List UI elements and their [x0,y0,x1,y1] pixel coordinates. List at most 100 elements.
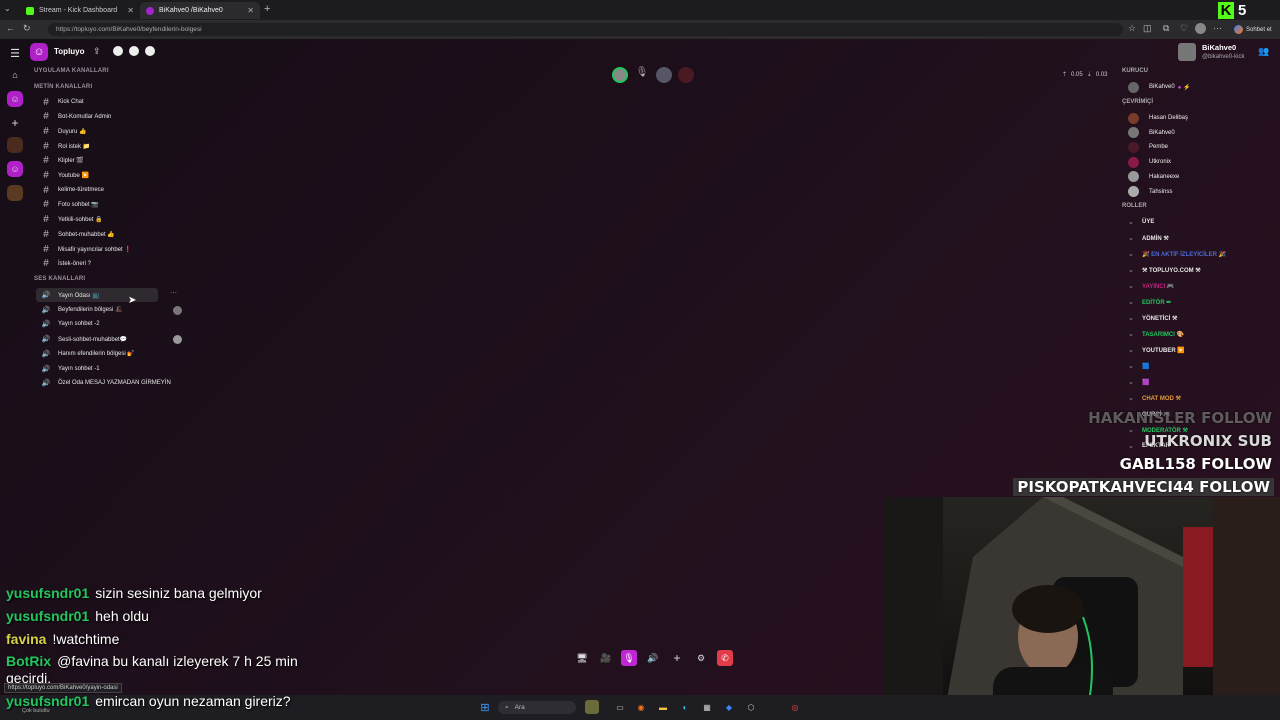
new-tab-icon[interactable]: + [264,3,270,15]
online-member[interactable]: Hakaneexe [1128,170,1179,184]
text-channel[interactable]: # Yetkili-sohbet 🔒 [36,213,102,227]
kick-social-icon[interactable] [129,46,139,56]
voice-channel[interactable]: 🔊 Yayın Odası 📺 [36,288,158,302]
role-item[interactable]: ⌄ 🟦 [1128,359,1149,373]
more-icon[interactable]: ⋯ [1213,23,1222,34]
profile-avatar[interactable] [1195,23,1206,34]
share-icon[interactable]: ⇪ [93,46,101,57]
instagram-social-icon[interactable] [145,46,155,56]
weather-text[interactable]: Çok bulutlu [22,708,50,714]
text-channel[interactable]: # İstek-öneri ? [36,257,91,271]
role-item[interactable]: ⌄ YOUTUBER ▶️ [1128,343,1185,357]
tab-kick-dashboard[interactable]: Stream - Kick Dashboard ✕ [20,2,140,19]
online-member[interactable]: Pembe [1128,140,1168,154]
speaker-icon[interactable]: 🔊 [645,650,661,666]
text-channel[interactable]: # Youtube ▶️ [36,169,89,183]
camera-icon[interactable]: 🎥 [598,650,614,666]
apps-section-header[interactable]: UYGULAMA KANALLARI [34,68,109,74]
favorites-icon[interactable]: ♡ [1180,23,1188,34]
star-icon[interactable]: ☆ [1128,23,1136,34]
taskbar-search[interactable]: ⌕ Ara [498,701,576,714]
microphone-icon[interactable]: 🎙 [621,650,637,666]
app-icon[interactable]: ◆ [722,700,736,714]
text-channel[interactable]: # kelime-türetmece [36,183,104,197]
settings-icon[interactable]: ⚙ [693,650,709,666]
chevron-down-icon: ⌄ [1128,251,1134,258]
chat-text: heh oldu [95,608,149,624]
close-icon[interactable]: ✕ [247,6,254,15]
text-section-header[interactable]: METİN KANALLARI [34,84,92,90]
obs-icon[interactable]: ⬡ [744,700,758,714]
reload-icon[interactable]: ↻ [23,23,31,34]
role-item[interactable]: ⌄ YAYINCI 🎮 [1128,279,1174,293]
online-member[interactable]: Utkronix [1128,155,1171,169]
voice-user-avatar[interactable] [173,335,182,344]
close-icon[interactable]: ✕ [127,6,134,15]
participant-avatar[interactable] [656,67,672,83]
back-icon[interactable]: ← [6,23,15,33]
voice-channel[interactable]: 🔊 Yayın sohbet -2 [36,317,100,331]
file-explorer-icon[interactable]: ▬ [656,700,670,714]
role-item[interactable]: ⌄ EDİTÖR ✏ [1128,295,1171,309]
text-channel[interactable]: # Klipler 🎬 [36,154,84,168]
role-item[interactable]: ⌄ 🎉 EN AKTİF İZLEYİCİLER 🎉 [1128,247,1226,261]
role-item[interactable]: ⌄ TASARIMCI 🎨 [1128,327,1184,341]
tab-topluyo[interactable]: BiKahve0 /BiKahve0 ✕ [140,2,260,19]
participant-avatar[interactable] [612,67,628,83]
text-channel[interactable]: # Misafir yayıncılar sohbet ❗ [36,242,132,256]
url-field[interactable]: https://topluyo.com/BiKahve0/beyfendiler… [48,23,1123,36]
extensions-icon[interactable]: ⧉ [1163,23,1169,34]
role-item[interactable]: ⌄ YÖNETİCİ ⚒ [1128,311,1177,325]
social-icon[interactable] [113,46,123,56]
role-item[interactable]: ⌄ ADMİN ⚒ [1128,231,1169,245]
more-icon[interactable]: ⋯ [170,289,177,297]
voice-channel[interactable]: 🔊 Yayın sohbet -1 [36,362,100,376]
edge-icon[interactable]: ◐ [678,700,692,714]
store-icon[interactable]: ▦ [700,700,714,714]
menu-icon[interactable]: ☰ [7,45,23,61]
online-member[interactable]: Tahsinss [1128,185,1172,199]
leave-call-icon[interactable]: ✆ [717,650,733,666]
member-founder[interactable]: BiKahve0 ● ⚡ [1128,80,1190,94]
topluyo-server-icon-2[interactable]: ☺ [7,161,23,177]
windows-start-icon[interactable]: ⊞ [478,700,492,714]
role-item[interactable]: ⌄ CHAT MOD ⚒ [1128,391,1181,405]
server-icon[interactable] [7,137,23,153]
text-channel[interactable]: # Rol istek 📁 [36,139,90,153]
text-channel[interactable]: # Duyuru 👍 [36,124,86,138]
tab-list-icon[interactable]: ⌄ [4,4,11,13]
voice-channel[interactable]: 🔊 Sesli-sohbet-muhabbet💬 [36,332,128,346]
task-view-icon[interactable]: ▭ [613,700,627,714]
text-channel[interactable]: # Bot-Komutlar Admin [36,110,111,124]
participant-avatar[interactable] [678,67,694,83]
screen-share-icon[interactable]: 🖥 [574,650,590,666]
voice-channel[interactable]: 🔊 Özel Oda MESAJ YAZMADAN GİRMEYİN [36,376,171,390]
chat-message: yusufsndr01 emircan oyun nezaman gireriz? [6,693,291,709]
add-icon[interactable]: + [669,650,685,666]
add-server-icon[interactable]: + [7,115,23,131]
text-channel[interactable]: # Sohbet-muhabbet 👍 [36,227,115,241]
home-icon[interactable]: ⌂ [7,67,23,83]
voice-section-header[interactable]: SES KANALLARI [34,276,85,282]
speaker-icon: 🔊 [41,292,51,299]
copilot-button[interactable]: Sohbet et [1234,25,1272,34]
server-icon-2[interactable] [7,185,23,201]
recording-icon[interactable]: ◎ [788,700,802,714]
role-item[interactable]: ⌄ ⚒ TOPLUYO.COM ⚒ [1128,263,1201,277]
text-channel[interactable]: # Kick Chat [36,95,83,109]
voice-channel[interactable]: 🔊 Beyfendilerin bölgesi 🎩 [36,303,123,317]
role-item[interactable]: ⌄ 🟪 [1128,375,1149,389]
online-member[interactable]: Hasan Delibaş [1128,111,1188,125]
text-channel[interactable]: # Foto sohbet 📷 [36,198,99,212]
user-avatar[interactable] [1178,43,1196,61]
voice-channel[interactable]: 🔊 Hanım efendilerin bölgesi 💅 [36,347,135,361]
role-item[interactable]: ⌄ ÜYE [1128,215,1154,229]
topluyo-server-icon[interactable]: ☺ [7,91,23,107]
members-icon[interactable]: 👥 [1258,46,1269,57]
widget-icon[interactable] [585,700,599,714]
online-member[interactable]: BiKahve0 [1128,126,1175,140]
channel-name: Sesli-sohbet-muhabbet💬 [58,336,128,343]
split-icon[interactable]: ◫ [1143,23,1152,34]
voice-user-avatar[interactable] [173,306,182,315]
chrome-icon[interactable]: ◉ [634,700,648,714]
